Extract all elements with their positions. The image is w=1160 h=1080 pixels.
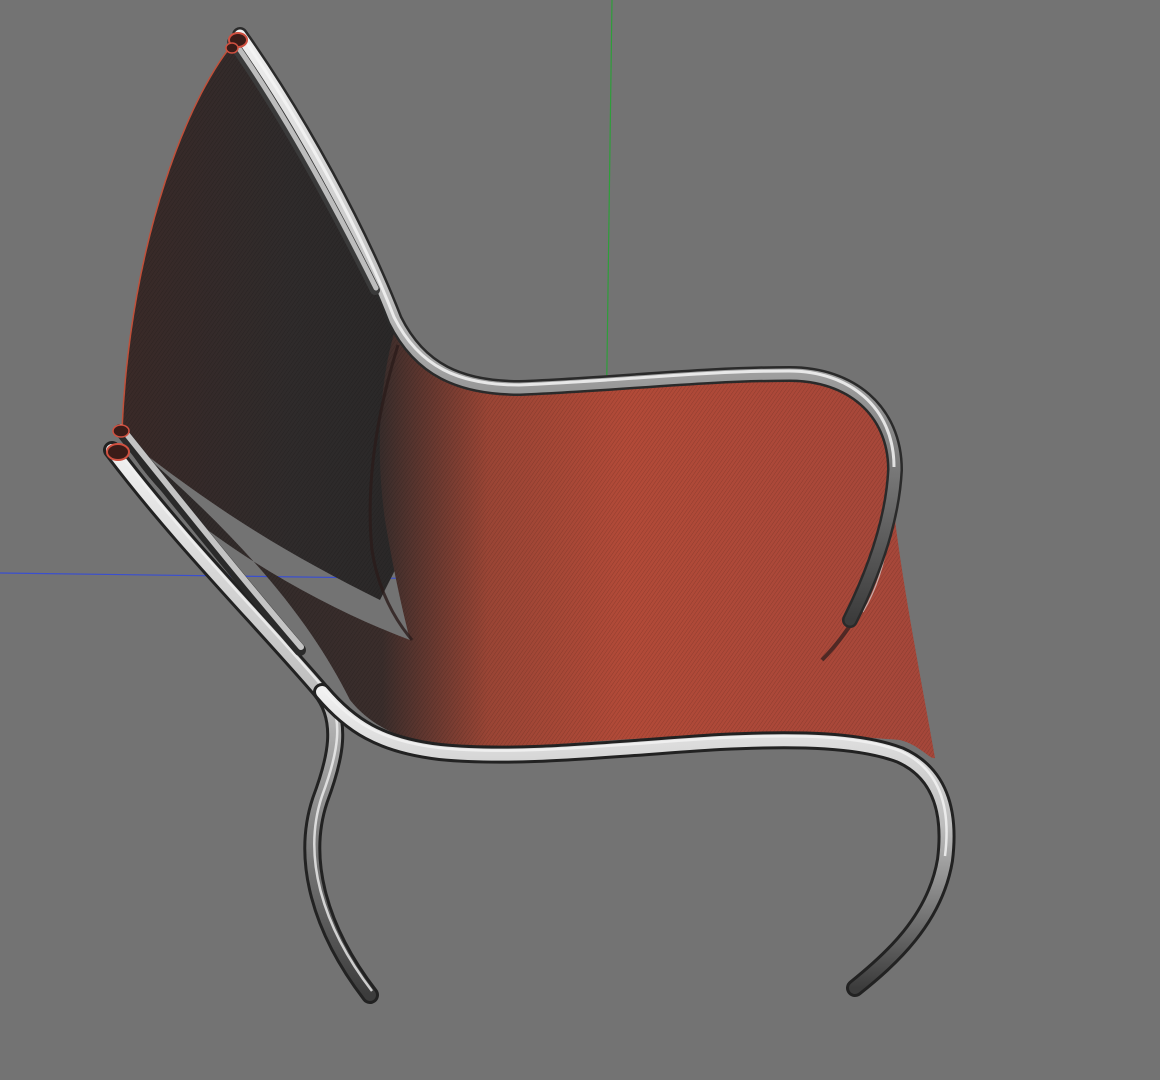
3d-viewport[interactable] xyxy=(0,0,1160,1080)
chair-model-icon[interactable] xyxy=(103,27,956,1004)
viewport-canvas[interactable] xyxy=(0,0,1160,1080)
tube-end-cap-left xyxy=(106,443,130,461)
